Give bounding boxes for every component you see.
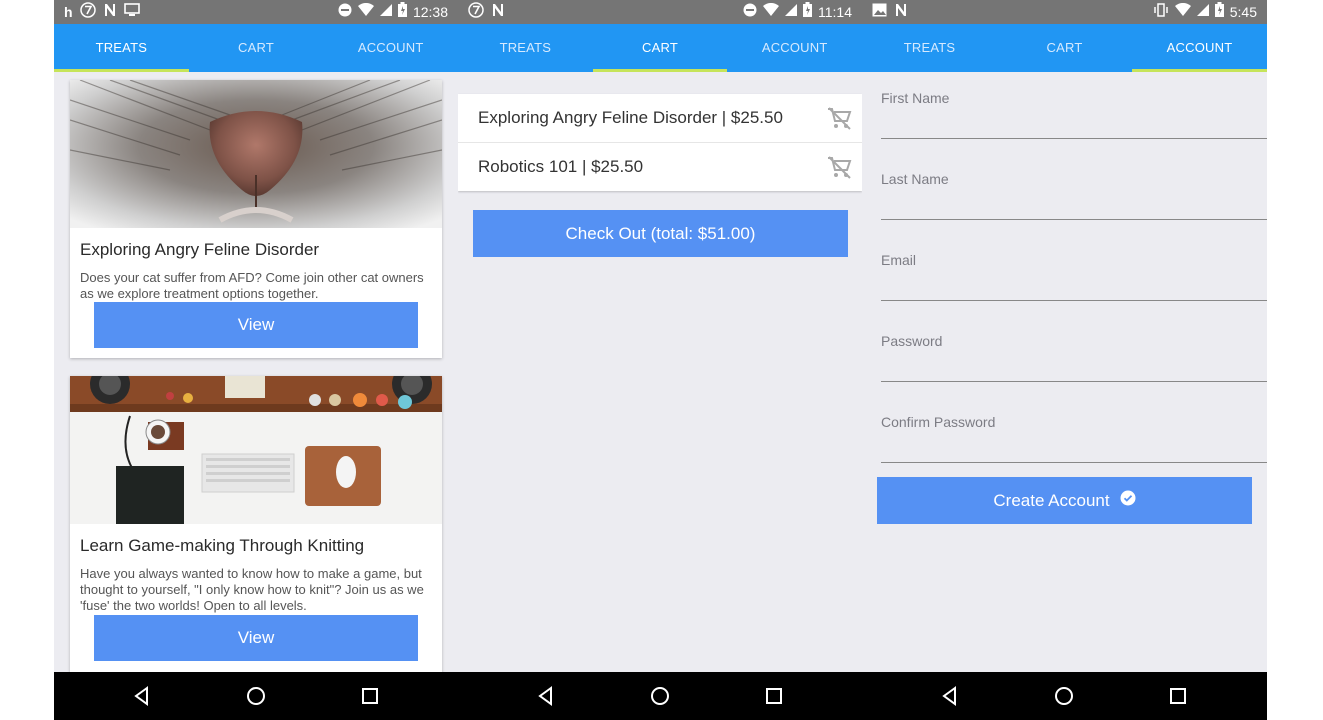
email-input[interactable] (881, 274, 1267, 301)
cart-item: Robotics 101 | $25.50 (458, 143, 862, 191)
check-circle-icon (1120, 490, 1136, 511)
image-icon (872, 3, 887, 22)
recents-icon[interactable] (1166, 684, 1190, 708)
email-field: Email (881, 252, 1267, 312)
tab-treats[interactable]: TREATS (862, 24, 997, 72)
treat-card: Learn Game-making Through Knitting Have … (70, 376, 442, 676)
home-icon[interactable] (244, 684, 268, 708)
seven-icon (79, 1, 96, 23)
navigation-bar (862, 672, 1267, 720)
seven-icon (468, 1, 484, 23)
desk-flatlay-photo (70, 376, 442, 524)
n-icon (491, 3, 505, 22)
remove-from-cart-icon[interactable] (826, 106, 852, 132)
tab-cart[interactable]: CART (997, 24, 1132, 72)
tab-account[interactable]: ACCOUNT (323, 24, 458, 72)
back-icon[interactable] (938, 684, 962, 708)
password-input[interactable] (881, 355, 1267, 382)
tab-bar: TREATS CART ACCOUNT (54, 24, 458, 72)
back-icon[interactable] (130, 684, 154, 708)
cat-nose-photo (70, 80, 442, 228)
home-icon[interactable] (1052, 684, 1076, 708)
status-bar: 5:45 (862, 0, 1267, 24)
do-not-disturb-icon (743, 3, 757, 22)
screen-icon (123, 2, 140, 22)
field-label: Password (881, 333, 943, 349)
field-label: Email (881, 252, 917, 268)
home-icon[interactable] (648, 684, 672, 708)
battery-icon (397, 2, 407, 22)
create-account-button[interactable]: Create Account (877, 477, 1252, 524)
field-label: Last Name (881, 171, 949, 187)
create-account-label: Create Account (993, 490, 1110, 510)
first-name-input[interactable] (881, 112, 1267, 139)
back-icon[interactable] (534, 684, 558, 708)
status-bar: 11:14 (458, 0, 862, 24)
cart-item-text: Exploring Angry Feline Disorder | $25.50 (478, 108, 783, 127)
clock: 5:45 (1229, 4, 1257, 20)
battery-icon (1214, 2, 1224, 22)
remove-from-cart-icon[interactable] (826, 155, 852, 181)
recents-icon[interactable] (358, 684, 382, 708)
checkout-button[interactable]: Check Out (total: $51.00) (473, 210, 848, 257)
cart-list: Exploring Angry Feline Disorder | $25.50… (458, 94, 862, 191)
tab-cart[interactable]: CART (189, 24, 324, 72)
tab-account[interactable]: ACCOUNT (1132, 24, 1267, 72)
n-icon (894, 3, 908, 22)
cart-item-text: Robotics 101 | $25.50 (478, 157, 644, 176)
field-label: First Name (881, 90, 950, 106)
signal-icon (1196, 3, 1209, 21)
tab-account[interactable]: ACCOUNT (727, 24, 862, 72)
view-button[interactable]: View (94, 615, 418, 661)
tab-treats[interactable]: TREATS (54, 24, 189, 72)
navigation-bar (458, 672, 862, 720)
password-field: Password (881, 333, 1267, 393)
do-not-disturb-icon (338, 3, 352, 22)
wifi-icon (357, 2, 374, 22)
field-label: Confirm Password (881, 414, 996, 430)
battery-icon (803, 2, 812, 22)
last-name-input[interactable] (881, 193, 1267, 220)
tab-bar: TREATS CART ACCOUNT (458, 24, 862, 72)
tab-cart[interactable]: CART (592, 24, 728, 72)
status-bar: h 12:38 (54, 0, 458, 24)
recents-icon[interactable] (762, 684, 786, 708)
clock: 12:38 (412, 4, 448, 20)
last-name-field: Last Name (881, 171, 1267, 231)
card-description: Have you always wanted to know how to ma… (80, 566, 424, 613)
tab-bar: TREATS CART ACCOUNT (862, 24, 1267, 72)
tab-treats[interactable]: TREATS (458, 24, 593, 72)
card-title: Exploring Angry Feline Disorder (80, 240, 320, 259)
card-description: Does your cat suffer from AFD? Come join… (80, 270, 424, 301)
treats-screen: h 12:38 TREATS CART ACCOUNT Exploring An… (54, 0, 458, 720)
view-button[interactable]: View (94, 302, 418, 348)
wifi-icon (1174, 2, 1191, 22)
cart-item: Exploring Angry Feline Disorder | $25.50 (458, 94, 862, 143)
signal-icon (785, 3, 797, 21)
signal-icon (379, 3, 392, 21)
treat-card: Exploring Angry Feline Disorder Does you… (70, 80, 442, 358)
vibrate-icon (1153, 2, 1169, 22)
confirm-password-input[interactable] (881, 436, 1267, 463)
h-app-icon: h (64, 4, 73, 20)
card-title: Learn Game-making Through Knitting (80, 536, 365, 555)
confirm-password-field: Confirm Password (881, 414, 1267, 474)
account-screen: 5:45 TREATS CART ACCOUNT First Name Last… (862, 0, 1267, 720)
first-name-field: First Name (881, 90, 1267, 150)
cart-screen: 11:14 TREATS CART ACCOUNT Exploring Angr… (458, 0, 862, 720)
clock: 11:14 (818, 4, 852, 20)
wifi-icon (763, 2, 779, 22)
navigation-bar (54, 672, 458, 720)
n-icon (103, 3, 117, 22)
